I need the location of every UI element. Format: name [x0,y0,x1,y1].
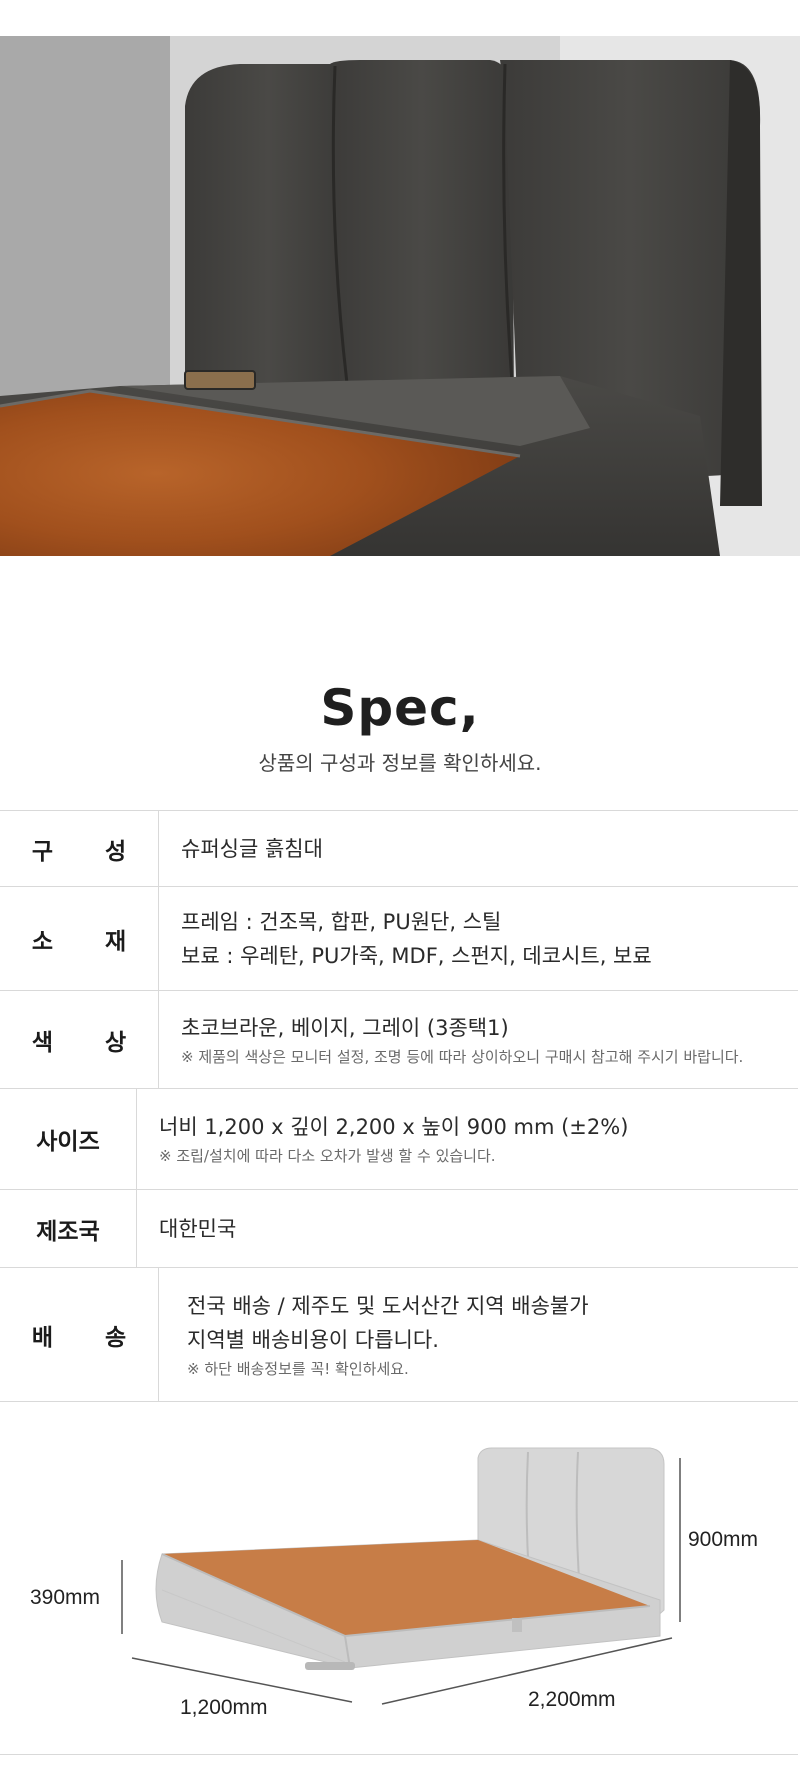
row-label: 배 송 [0,1268,159,1401]
spec-row-color: 색 상 초코브라운, 베이지, 그레이 (3종택1) ※ 제품의 색상은 모니터… [0,991,798,1089]
row-label: 제조국 [0,1190,137,1267]
spec-subtitle: 상품의 구성과 정보를 확인하세요. [258,751,542,775]
spec-row-delivery: 배 송 전국 배송 / 제주도 및 도서산간 지역 배송불가 지역별 배송비용이… [0,1268,798,1402]
row-label: 색 상 [0,991,159,1088]
spec-row-composition: 구 성 슈퍼싱글 흙침대 [0,811,798,887]
row-value: 지역별 배송비용이 다릅니다. [187,1327,439,1352]
product-photo [0,36,800,556]
spec-title: Spec, [320,679,480,737]
row-value: 보료 : 우레탄, PU가죽, MDF, 스펀지, 데코시트, 보료 [181,943,652,968]
row-value: 대한민국 [159,1216,237,1241]
spec-row-size: 사이즈 너비 1,200 x 깊이 2,200 x 높이 900 mm (±2%… [0,1089,798,1190]
row-value: 초코브라운, 베이지, 그레이 (3종택1) [181,1015,509,1040]
side-height-label: 390mm [30,1586,101,1609]
spec-row-origin: 제조국 대한민국 [0,1190,798,1268]
bed-illustration [121,1447,681,1705]
row-value: 너비 1,200 x 깊이 2,200 x 높이 900 mm (±2%) [159,1115,629,1139]
spec-table: 구 성 슈퍼싱글 흙침대 소 재 프레임 : 건조목, 합판, PU원단, 스틸… [0,810,798,1402]
row-label: 구 성 [0,811,159,886]
headboard-height-label: 900mm [688,1528,759,1551]
spec-row-material: 소 재 프레임 : 건조목, 합판, PU원단, 스틸 보료 : 우레탄, PU… [0,887,798,991]
row-note: ※ 제품의 색상은 모니터 설정, 조명 등에 따라 상이하오니 구매시 참고해… [181,1047,744,1066]
depth-label: 2,200mm [528,1688,616,1711]
row-label: 사이즈 [0,1089,137,1189]
width-label: 1,200mm [180,1696,268,1719]
dimension-diagram: 900mm 390mm 1,200mm 2,200mm [0,1400,798,1755]
row-value: 프레임 : 건조목, 합판, PU원단, 스틸 [181,909,502,934]
row-label: 소 재 [0,887,159,990]
row-value: 슈퍼싱글 흙침대 [181,836,323,861]
row-note: ※ 조립/설치에 따라 다소 오차가 발생 할 수 있습니다. [159,1147,496,1165]
row-note: ※ 하단 배송정보를 꼭! 확인하세요. [187,1359,409,1378]
row-value: 전국 배송 / 제주도 및 도서산간 지역 배송불가 [187,1293,589,1318]
